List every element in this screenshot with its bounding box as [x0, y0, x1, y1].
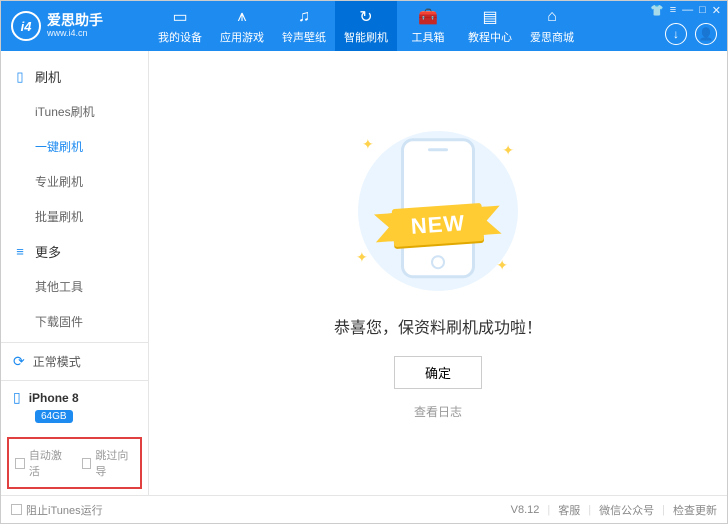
wechat-link[interactable]: 微信公众号: [599, 502, 654, 518]
device-icon: ▭: [172, 8, 187, 26]
tab-toolbox[interactable]: 🧰 工具箱: [397, 1, 459, 51]
device-name: iPhone 8: [29, 391, 79, 405]
view-log-link[interactable]: 查看日志: [414, 403, 462, 420]
sidebar-item-other-tools[interactable]: 其他工具: [1, 269, 148, 304]
sparkle-icon: ✦: [502, 142, 514, 159]
brand-name: 爱思助手: [47, 13, 103, 28]
sidebar-item-oneclick-flash[interactable]: 一键刷机: [1, 129, 148, 164]
group-title: 更多: [35, 242, 61, 261]
tutorial-icon: ▤: [482, 8, 497, 26]
brand-url: www.i4.cn: [47, 29, 103, 39]
apps-icon: ⩚: [237, 8, 246, 26]
download-button[interactable]: ↓: [665, 23, 687, 45]
refresh-icon: ↻: [359, 8, 372, 26]
menu-icon[interactable]: ≡: [670, 4, 676, 17]
tab-label: 我的设备: [158, 29, 202, 45]
group-title: 刷机: [35, 67, 61, 86]
phone-icon: ▯: [13, 389, 21, 406]
tab-store[interactable]: ⌂ 爱思商城: [521, 1, 583, 51]
sidebar: ▯ 刷机 iTunes刷机 一键刷机 专业刷机 批量刷机 ≡ 更多 其他工具 下…: [1, 51, 149, 495]
sidebar-item-batch-flash[interactable]: 批量刷机: [1, 199, 148, 234]
checkbox-label: 阻止iTunes运行: [26, 502, 103, 518]
tab-my-device[interactable]: ▭ 我的设备: [149, 1, 211, 51]
header-right: ↓ 👤: [665, 23, 717, 45]
success-illustration: ✦ ✦ ✦ ✦ NEW: [338, 126, 538, 296]
sidebar-group-flash[interactable]: ▯ 刷机: [1, 59, 148, 94]
music-icon: ♫: [298, 8, 310, 26]
tab-label: 教程中心: [468, 29, 512, 45]
checkbox-label: 跳过向导: [95, 447, 134, 479]
flash-options-highlight: 自动激活 跳过向导: [7, 437, 142, 489]
tab-label: 工具箱: [412, 29, 445, 45]
support-link[interactable]: 客服: [558, 502, 580, 518]
tab-flash[interactable]: ↻ 智能刷机: [335, 1, 397, 51]
tab-label: 爱思商城: [530, 29, 574, 45]
device-mode-status[interactable]: ⟳ 正常模式: [1, 342, 148, 380]
device-info[interactable]: ▯ iPhone 8 64GB: [1, 380, 148, 431]
sparkle-icon: ✦: [362, 136, 374, 153]
sidebar-item-itunes-flash[interactable]: iTunes刷机: [1, 94, 148, 129]
version-label: V8.12: [511, 504, 540, 516]
sparkle-icon: ✦: [496, 257, 508, 274]
body: ▯ 刷机 iTunes刷机 一键刷机 专业刷机 批量刷机 ≡ 更多 其他工具 下…: [1, 51, 727, 495]
app-window: i4 爱思助手 www.i4.cn ▭ 我的设备 ⩚ 应用游戏 ♫ 铃声壁纸 ↻ 智能刷…: [0, 0, 728, 524]
phone-icon: ▯: [13, 69, 27, 85]
tab-apps-games[interactable]: ⩚ 应用游戏: [211, 1, 273, 51]
tab-label: 应用游戏: [220, 29, 264, 45]
auto-activate-checkbox[interactable]: 自动激活: [15, 447, 68, 479]
storage-badge: 64GB: [35, 410, 73, 423]
toolbox-icon: 🧰: [418, 8, 438, 26]
ok-button[interactable]: 确定: [394, 356, 482, 389]
block-itunes-checkbox[interactable]: 阻止iTunes运行: [11, 502, 103, 518]
sparkle-icon: ✦: [356, 249, 368, 266]
list-icon: ≡: [13, 244, 27, 259]
window-controls: 👕 ≡ — □ ✕: [650, 4, 721, 17]
checkbox-label: 自动激活: [29, 447, 68, 479]
sidebar-item-pro-flash[interactable]: 专业刷机: [1, 164, 148, 199]
status-label: 正常模式: [33, 353, 81, 370]
sidebar-item-download-fw[interactable]: 下载固件: [1, 304, 148, 339]
tab-label: 铃声壁纸: [282, 29, 326, 45]
sidebar-group-more[interactable]: ≡ 更多: [1, 234, 148, 269]
logo-icon: i4: [11, 11, 41, 41]
minimize-icon[interactable]: —: [682, 4, 693, 17]
logo: i4 爱思助手 www.i4.cn: [1, 11, 149, 41]
maximize-icon[interactable]: □: [699, 4, 706, 17]
store-icon: ⌂: [547, 8, 557, 26]
top-tabs: ▭ 我的设备 ⩚ 应用游戏 ♫ 铃声壁纸 ↻ 智能刷机 🧰 工具箱 ▤ 教程中心 ⌂ 爱思商城: [149, 1, 583, 51]
new-ribbon: NEW: [392, 202, 485, 246]
close-icon[interactable]: ✕: [712, 4, 721, 17]
tab-ringtones[interactable]: ♫ 铃声壁纸: [273, 1, 335, 51]
main-content: ✦ ✦ ✦ ✦ NEW 恭喜您，保资料刷机成功啦！ 确定 查看日志: [149, 51, 727, 495]
tab-tutorials[interactable]: ▤ 教程中心: [459, 1, 521, 51]
footer: 阻止iTunes运行 V8.12 | 客服 | 微信公众号 | 检查更新: [1, 495, 727, 523]
header: i4 爱思助手 www.i4.cn ▭ 我的设备 ⩚ 应用游戏 ♫ 铃声壁纸 ↻ 智能刷…: [1, 1, 727, 51]
check-update-link[interactable]: 检查更新: [673, 502, 717, 518]
skin-icon[interactable]: 👕: [650, 4, 664, 17]
user-button[interactable]: 👤: [695, 23, 717, 45]
success-message: 恭喜您，保资料刷机成功啦！: [334, 314, 542, 338]
spinner-icon: ⟳: [13, 353, 25, 370]
skip-guide-checkbox[interactable]: 跳过向导: [82, 447, 135, 479]
tab-label: 智能刷机: [344, 29, 388, 45]
